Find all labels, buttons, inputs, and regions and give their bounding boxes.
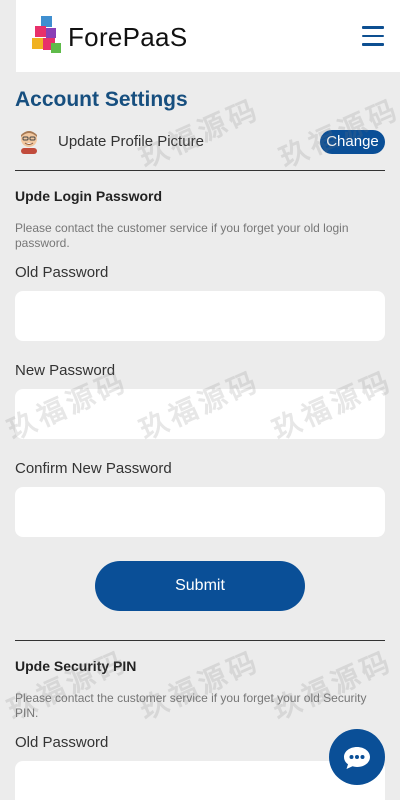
section-divider bbox=[15, 640, 385, 641]
old-password-input[interactable] bbox=[15, 291, 385, 341]
brand-name: ForePaaS bbox=[68, 22, 188, 52]
old-password-label: Old Password bbox=[15, 264, 109, 281]
login-password-section-title: Upde Login Password bbox=[15, 188, 163, 204]
change-profile-picture-button[interactable]: Change bbox=[320, 130, 385, 154]
hamburger-menu-icon[interactable] bbox=[362, 26, 384, 46]
submit-button[interactable]: Submit bbox=[95, 561, 305, 611]
security-pin-note: Please contact the customer service if y… bbox=[15, 691, 367, 720]
new-password-input[interactable] bbox=[15, 389, 385, 439]
old-pin-password-label: Old Password bbox=[15, 734, 109, 751]
confirm-new-password-input[interactable] bbox=[15, 487, 385, 537]
login-password-note: Please contact the customer service if y… bbox=[15, 221, 349, 250]
update-profile-picture-label: Update Profile Picture bbox=[58, 133, 204, 150]
chat-bubble-icon bbox=[344, 747, 370, 769]
old-pin-password-input[interactable] bbox=[15, 761, 385, 800]
new-password-label: New Password bbox=[15, 362, 116, 379]
page-title: Account Settings bbox=[15, 88, 188, 111]
app-header: ForePaaS bbox=[16, 0, 400, 72]
confirm-new-password-label: Confirm New Password bbox=[15, 460, 172, 477]
forepaas-cube-logo[interactable] bbox=[32, 16, 62, 54]
security-pin-section-title: Upde Security PIN bbox=[15, 658, 137, 674]
avatar-icon bbox=[21, 131, 37, 154]
section-divider bbox=[15, 170, 385, 171]
chat-support-button[interactable] bbox=[329, 729, 385, 785]
